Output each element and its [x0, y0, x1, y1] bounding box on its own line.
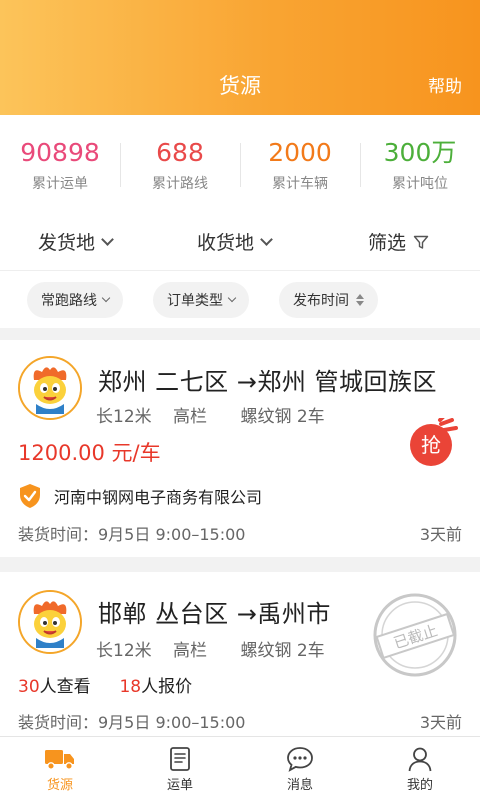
chip-label: 常跑路线: [41, 293, 97, 309]
truck-length: 长12米: [96, 641, 152, 661]
stat-label: 累计车辆: [272, 176, 328, 192]
route-text: 邯郸 丛台区 →禹州市: [98, 600, 331, 628]
truck-type: 高栏: [173, 641, 208, 661]
post-age: 3天前: [419, 525, 462, 544]
stat-label: 累计路线: [152, 176, 208, 192]
truck-icon: [45, 750, 74, 770]
stat-value: 90898: [20, 138, 100, 167]
chevron-down-icon: [260, 232, 273, 246]
chip-order-type[interactable]: 订单类型: [153, 282, 249, 318]
stat-routes: 688 累计路线: [120, 115, 240, 210]
cargo-card[interactable]: 邯郸 丛台区 →禹州市 长12米 高栏 螺纹钢 2车 30人查看 18人报价 已…: [0, 572, 480, 736]
verified-shield-icon: [20, 484, 40, 508]
sort-icon: [356, 294, 364, 306]
company-row: 河南中钢网电子商务有限公司: [18, 483, 262, 509]
tab-profile[interactable]: 我的: [360, 737, 480, 800]
tab-waybill[interactable]: 运单: [120, 737, 240, 800]
avatar: [18, 356, 82, 420]
header-bar: 货源 帮助: [0, 0, 480, 115]
stat-vehicles: 2000 累计车辆: [240, 115, 360, 210]
closed-stamp: 已截止: [373, 593, 457, 677]
truck-length: 长12米: [96, 407, 152, 427]
origin-filter[interactable]: 发货地: [38, 228, 114, 255]
stat-tonnage: 300万 累计吨位: [360, 115, 480, 210]
cargo-specs: 长12米 高栏 螺纹钢 2车: [96, 402, 341, 427]
chip-label: 发布时间: [293, 293, 349, 309]
tab-cargo[interactable]: 货源: [0, 737, 120, 800]
chevron-down-icon: [227, 293, 237, 303]
post-age: 3天前: [419, 713, 462, 732]
quick-filter-chips: 常跑路线 订单类型 发布时间: [0, 270, 480, 328]
tab-messages[interactable]: 消息: [240, 737, 360, 800]
stat-label: 累计运单: [32, 176, 88, 192]
screen-filter[interactable]: 筛选: [368, 228, 429, 255]
route-text: 郑州 二七区 →郑州 管城回族区: [98, 368, 437, 396]
bottom-tab-bar: 货源 运单 消息 我的: [0, 736, 480, 800]
stat-value: 688: [156, 138, 204, 167]
avatar: [18, 590, 82, 654]
chip-label: 订单类型: [167, 293, 223, 309]
chip-publish-time[interactable]: 发布时间: [279, 282, 378, 318]
company-name: 河南中钢网电子商务有限公司: [54, 488, 263, 507]
stat-waybills: 90898 累计运单: [0, 115, 120, 210]
load-time: 装货时间：9月5日 9:00–15:00: [18, 525, 246, 544]
stat-label: 累计吨位: [392, 176, 448, 192]
view-count: 30: [18, 677, 40, 697]
stat-value: 2000: [268, 138, 332, 167]
funnel-icon: [413, 235, 429, 249]
grab-badge-label: 抢: [421, 433, 441, 457]
grab-order-button[interactable]: 抢: [408, 418, 458, 468]
user-icon: [408, 747, 432, 772]
chip-frequent-route[interactable]: 常跑路线: [27, 282, 123, 318]
origin-filter-label: 发货地: [38, 232, 96, 254]
page-title: 货源: [219, 74, 261, 98]
price-text: 1200.00 元/车: [18, 441, 161, 465]
chevron-down-icon: [101, 232, 114, 246]
stats-panel: 90898 累计运单 688 累计路线 2000 累计车辆 300万 累计吨位: [0, 115, 480, 210]
cargo-type: 螺纹钢 2车: [240, 641, 325, 661]
load-time: 装货时间：9月5日 9:00–15:00: [18, 713, 246, 732]
chat-icon: [287, 747, 313, 772]
tab-label: 运单: [166, 778, 193, 793]
cargo-type: 螺纹钢 2车: [240, 407, 325, 427]
tab-label: 货源: [46, 778, 73, 793]
quote-count: 18: [119, 677, 142, 697]
chevron-down-icon: [101, 293, 111, 303]
tab-label: 我的: [406, 778, 433, 793]
document-icon: [170, 747, 190, 771]
help-button[interactable]: 帮助: [428, 72, 462, 97]
tab-label: 消息: [286, 778, 313, 793]
filter-bar: 发货地 收货地 筛选: [0, 210, 480, 270]
truck-type: 高栏: [173, 407, 208, 427]
interest-stats: 30人查看 18人报价: [18, 672, 192, 697]
view-label: 人查看: [39, 677, 91, 697]
cargo-specs: 长12米 高栏 螺纹钢 2车: [96, 636, 341, 661]
screen-filter-label: 筛选: [368, 232, 407, 254]
stat-value: 300万: [383, 138, 457, 167]
quote-label: 人报价: [141, 677, 193, 697]
destination-filter[interactable]: 收货地: [197, 228, 273, 255]
cargo-card[interactable]: 郑州 二七区 →郑州 管城回族区 长12米 高栏 螺纹钢 2车 1200.00 …: [0, 340, 480, 557]
destination-filter-label: 收货地: [197, 232, 255, 254]
